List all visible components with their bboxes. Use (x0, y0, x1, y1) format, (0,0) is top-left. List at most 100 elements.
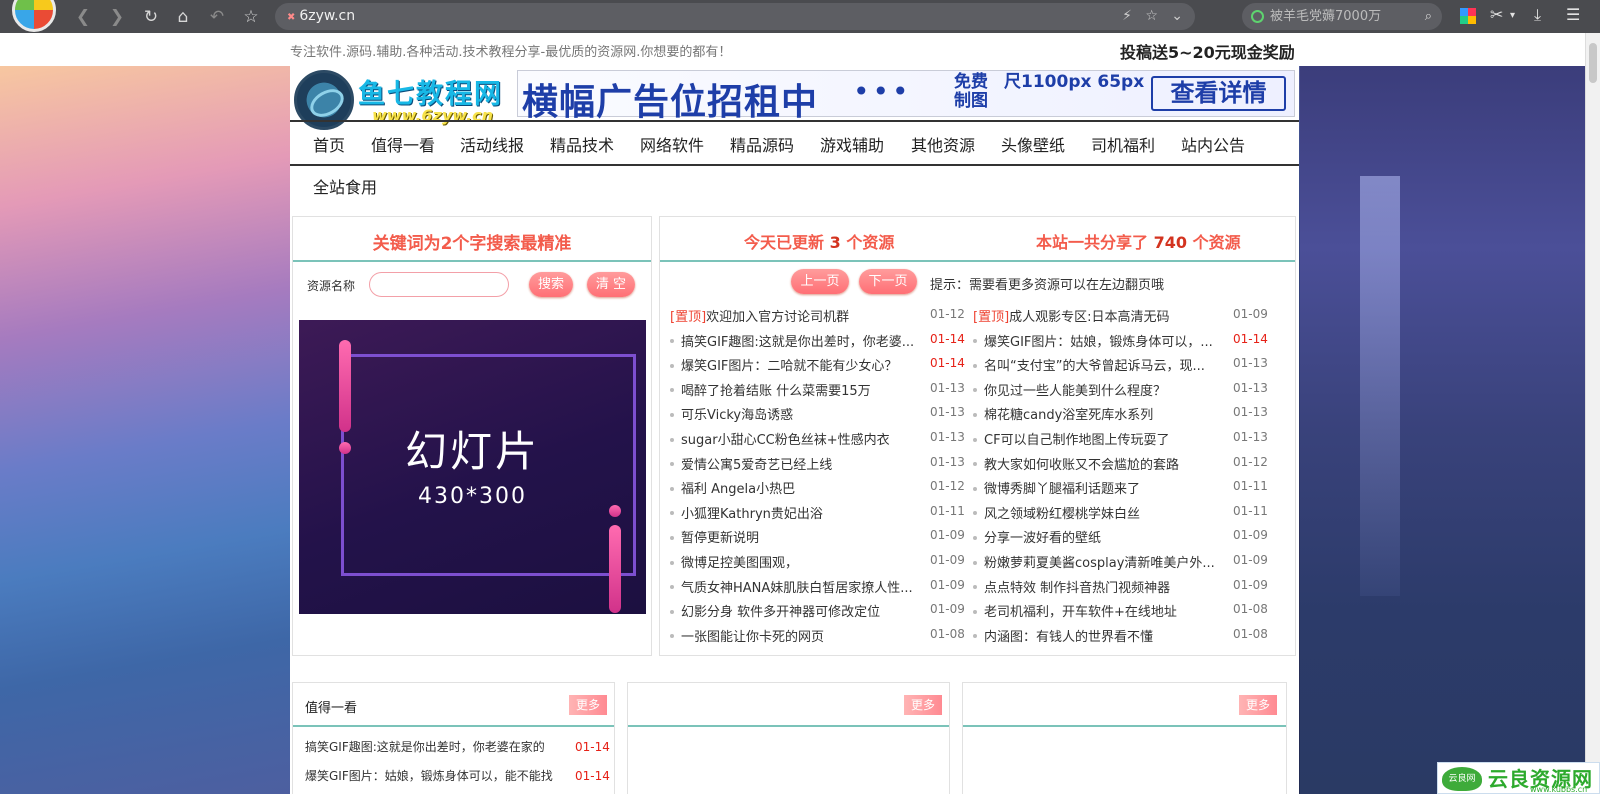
news-date: 01-09 (1233, 528, 1268, 543)
url-text: 6zyw.cn (299, 8, 356, 24)
favorite-icon[interactable]: ☆ (1145, 8, 1158, 24)
section-three: 更多 (962, 682, 1287, 794)
nav-item-source-code[interactable]: 精品源码 (730, 132, 794, 156)
news-item[interactable]: 福利 Angela小热巴 (670, 478, 795, 497)
watermark-logo: 云良网 云良资源网 www.kubbs.cn (1437, 762, 1600, 794)
news-item[interactable]: 老司机福利，开车软件+在线地址 (973, 601, 1177, 620)
section-item[interactable]: 爆笑GIF图片：姑娘，锻炼身体可以，能不能找 (305, 767, 563, 784)
nav-item-other[interactable]: 其他资源 (911, 132, 975, 156)
news-item[interactable]: 分享一波好看的壁纸 (973, 527, 1101, 546)
news-item[interactable]: 小狐狸Kathryn贵妃出浴 (670, 503, 823, 522)
scissors-icon[interactable]: ✂ (1490, 5, 1503, 24)
section-item-date: 01-14 (575, 740, 610, 754)
browser-logo-icon[interactable] (12, 0, 56, 32)
browser-search-box[interactable]: 被羊毛党薅7000万 ⌕ (1242, 3, 1442, 30)
news-item[interactable]: CF可以自己制作地图上传玩耍了 (973, 429, 1170, 448)
scrollbar-thumb[interactable] (1589, 43, 1597, 83)
section-divider (963, 725, 1286, 727)
news-item[interactable]: [置顶]成人观影专区:日本高清无码 (973, 306, 1170, 325)
bullet-icon (973, 511, 977, 516)
news-item[interactable]: 搞笑GIF趣图:这就是你出差时，你老婆... (670, 331, 914, 350)
more-button[interactable]: 更多 (904, 695, 942, 715)
news-date: 01-14 (1233, 331, 1268, 346)
nav-item-software[interactable]: 网络软件 (640, 132, 704, 156)
nav-item-all[interactable]: 全站食用 (313, 174, 377, 198)
bullet-icon (973, 462, 977, 467)
resource-search-input[interactable] (369, 272, 509, 297)
dropdown-arrow-icon[interactable]: ▾ (1510, 10, 1515, 21)
news-date: 01-09 (930, 553, 965, 567)
nav-item-home[interactable]: 首页 (313, 132, 345, 156)
slideshow-placeholder[interactable]: 幻灯片 430*300 (299, 320, 646, 614)
more-button[interactable]: 更多 (569, 695, 607, 715)
nav-item-tech[interactable]: 精品技术 (550, 132, 614, 156)
news-item[interactable]: 一张图能让你卡死的网页 (670, 626, 824, 645)
address-bar[interactable]: ✖ 6zyw.cn ⚡ ☆ ⌄ (275, 3, 1195, 30)
next-page-button[interactable]: 下一页 (859, 269, 917, 294)
news-item[interactable]: 喝醉了抢着结账 什么菜需要15万 (670, 380, 871, 399)
news-date: 01-14 (930, 331, 965, 346)
section-divider (628, 725, 949, 727)
back-icon[interactable]: ❮ (72, 6, 94, 28)
news-date: 01-11 (1233, 479, 1268, 494)
news-item[interactable]: 名叫“支付宝”的大爷曾起诉马云，现... (973, 355, 1205, 374)
chevron-down-icon[interactable]: ⌄ (1171, 8, 1183, 24)
prev-page-button[interactable]: 上一页 (791, 269, 849, 294)
nav-item-activities[interactable]: 活动线报 (460, 132, 524, 156)
undo-icon[interactable]: ↶ (206, 6, 228, 28)
news-item[interactable]: 幻影分身 软件多开神器可修改定位 (670, 601, 880, 620)
news-item[interactable]: 暂停更新说明 (670, 527, 759, 546)
slide-deco-bar (609, 525, 621, 613)
nav-item-announcements[interactable]: 站内公告 (1181, 132, 1245, 156)
news-date: 01-11 (1233, 503, 1268, 518)
news-title: 微博秀脚丫腿福利话题来了 (984, 482, 1141, 498)
news-date: 01-12 (930, 307, 965, 321)
news-item[interactable]: sugar小甜心CC粉色丝袜+性感内衣 (670, 429, 890, 448)
lightning-icon[interactable]: ⚡ (1122, 8, 1132, 24)
clear-button[interactable]: 清 空 (587, 272, 635, 297)
news-item[interactable]: 风之领域粉红樱桃学妹白丝 (973, 503, 1140, 522)
apps-grid-icon[interactable] (1460, 8, 1476, 24)
news-item[interactable]: 微博足控美图围观， (670, 552, 798, 571)
news-item[interactable]: 爆笑GIF图片：二哈就不能有少女心？ (670, 355, 897, 374)
browser-toolbar: ❮ ❯ ↻ ⌂ ↶ ☆ ✖ 6zyw.cn ⚡ ☆ ⌄ 被羊毛党薅7000万 ⌕ … (0, 0, 1600, 33)
search-button[interactable]: 搜索 (529, 272, 573, 297)
news-item[interactable]: 内涵图：有钱人的世界看不懂 (973, 626, 1153, 645)
bullet-icon (973, 486, 977, 491)
news-item[interactable]: 气质女神HANA妹肌肤白皙居家撩人性... (670, 577, 913, 596)
news-item[interactable]: 可乐Vicky海岛诱惑 (670, 404, 793, 423)
ad-banner[interactable]: 横幅广告位招租中 ••• 免费制图 尺1100px 65px 查看详情 (517, 70, 1295, 123)
news-item[interactable]: 粉嫩萝莉夏美酱cosplay清新唯美户外... (973, 552, 1215, 571)
news-item[interactable]: 你见过一些人能美到什么程度？ (973, 380, 1166, 399)
bookmark-star-icon[interactable]: ☆ (240, 6, 262, 28)
nav-item-game-helpers[interactable]: 游戏辅助 (820, 132, 884, 156)
more-button[interactable]: 更多 (1239, 695, 1277, 715)
search-icon[interactable]: ⌕ (1425, 3, 1432, 30)
promo-link[interactable]: 投稿送5~20元现金奖励 (1120, 39, 1295, 63)
download-icon[interactable]: ⤓ (1534, 5, 1541, 25)
nav-item-wallpapers[interactable]: 头像壁纸 (1001, 132, 1065, 156)
news-item[interactable]: [置顶]欢迎加入官方讨论司机群 (670, 306, 849, 325)
forward-icon[interactable]: ❯ (106, 6, 128, 28)
news-item[interactable]: 爆笑GIF图片：姑娘，锻炼身体可以，... (973, 331, 1213, 350)
news-item[interactable]: 点点特效 制作抖音热门视频神器 (973, 577, 1170, 596)
refresh-icon[interactable]: ↻ (140, 6, 162, 28)
vertical-scrollbar[interactable] (1585, 33, 1600, 794)
news-item[interactable]: 教大家如何收账又不会尴尬的套路 (973, 454, 1179, 473)
today-count: 3 (829, 233, 841, 252)
banner-details-button[interactable]: 查看详情 (1151, 76, 1286, 111)
background-art-right (1300, 66, 1600, 794)
news-item[interactable]: 棉花糖candy浴室死库水系列 (973, 404, 1153, 423)
news-date: 01-08 (1233, 626, 1268, 641)
home-icon[interactable]: ⌂ (172, 6, 194, 28)
news-item[interactable]: 微博秀脚丫腿福利话题来了 (973, 478, 1140, 497)
nav-item-driver-welfare[interactable]: 司机福利 (1091, 132, 1155, 156)
section-item[interactable]: 搞笑GIF趣图:这就是你出差时，你老婆在家的 (305, 738, 563, 755)
news-date: 01-09 (930, 577, 965, 592)
news-date: 01-08 (1233, 602, 1268, 617)
news-title: 老司机福利，开车软件+在线地址 (984, 605, 1177, 621)
nav-item-worth-seeing[interactable]: 值得一看 (371, 132, 435, 156)
menu-icon[interactable]: ☰ (1566, 5, 1580, 24)
news-title: 教大家如何收账又不会尴尬的套路 (984, 457, 1180, 473)
news-item[interactable]: 爱情公寓5爱奇艺已经上线 (670, 454, 832, 473)
